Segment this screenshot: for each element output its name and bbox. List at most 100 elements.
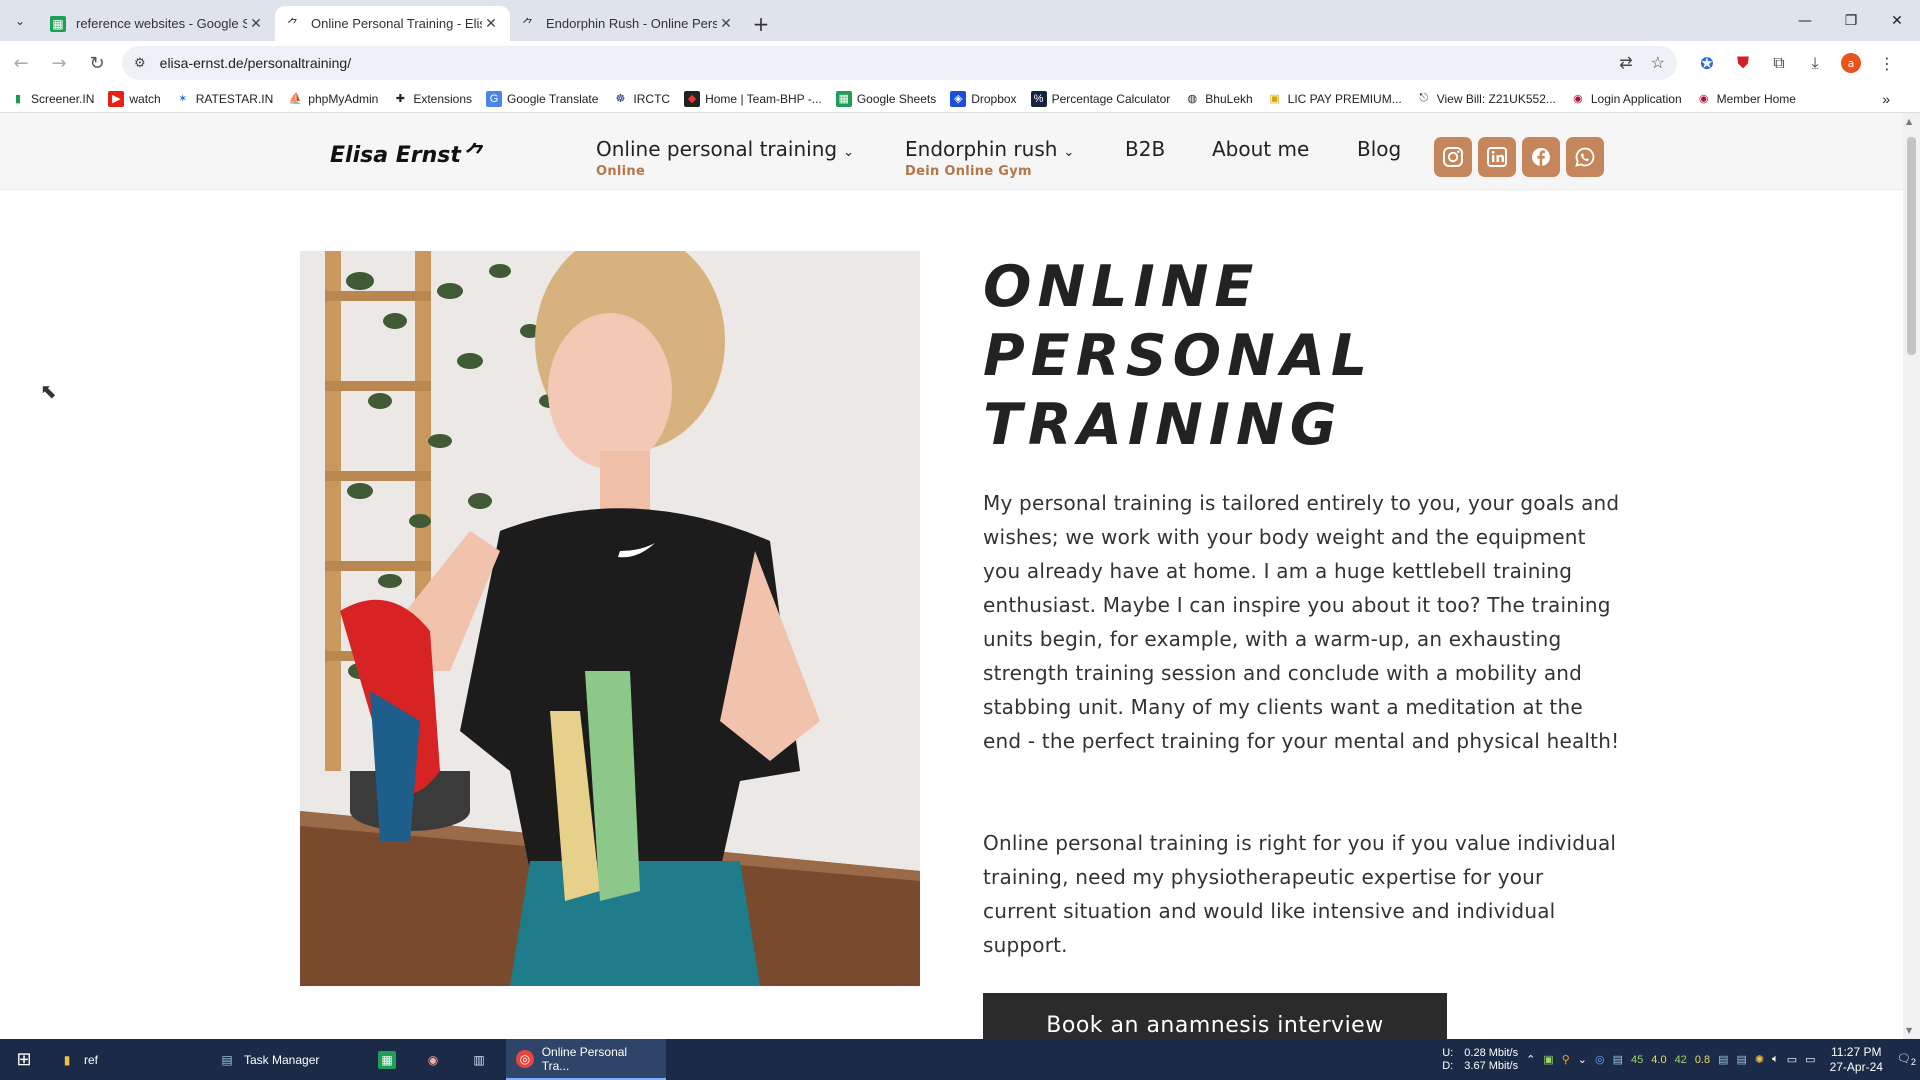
taskbar-app-ref[interactable]: ▮ ref <box>48 1039 208 1080</box>
tab-online-personal-training[interactable]: ⺈ Online Personal Training - Elisa ✕ <box>275 6 510 41</box>
back-button[interactable]: ← <box>4 46 38 80</box>
tray-app-icon[interactable]: ▤ <box>1718 1053 1728 1066</box>
facebook-button[interactable] <box>1522 137 1560 177</box>
bookmark-label: LIC PAY PREMIUM... <box>1287 91 1402 106</box>
scroll-up-icon[interactable]: ▲ <box>1906 117 1912 126</box>
bookmark-item[interactable]: ✚ Extensions <box>392 91 472 107</box>
whatsapp-button[interactable] <box>1566 137 1604 177</box>
close-icon[interactable]: ✕ <box>717 16 735 32</box>
bookmark-item[interactable]: ▮ Screener.IN <box>10 91 94 107</box>
start-button[interactable]: ⊞ <box>0 1039 48 1080</box>
instagram-button[interactable] <box>1434 137 1472 177</box>
upload-speed: 0.28 Mbit/s <box>1464 1046 1519 1059</box>
tray-value: 45 <box>1631 1053 1644 1066</box>
taskbar-app-sheets[interactable]: ▦ <box>368 1039 414 1080</box>
site-header: Elisa Ernst ⺈ Online personal training ⌄ O… <box>0 113 1903 190</box>
bookmark-item[interactable]: ◉ Login Application <box>1570 91 1682 107</box>
notification-icon[interactable]: 🗨︎2 <box>1897 1052 1916 1067</box>
chevron-right-icon[interactable]: » <box>1882 91 1890 107</box>
chevron-up-icon[interactable]: ⌃ <box>1526 1053 1535 1066</box>
bookmark-item[interactable]: ◈ Dropbox <box>950 90 1017 107</box>
translate-icon[interactable]: ⇄ <box>1619 53 1632 73</box>
page-scrollbar[interactable]: ▲ ▼ <box>1903 113 1920 1039</box>
network-icon[interactable]: ▭ <box>1805 1053 1815 1066</box>
new-tab-button[interactable]: + <box>745 6 777 41</box>
taskbar-app-label: ref <box>84 1052 99 1067</box>
book-interview-button[interactable]: Book an anamnesis interview <box>983 993 1447 1039</box>
tray-app-icon[interactable]: ▣ <box>1543 1053 1553 1066</box>
scroll-down-icon[interactable]: ▼ <box>1906 1026 1912 1035</box>
bookmark-item[interactable]: ☸ IRCTC <box>612 91 670 107</box>
battery-icon[interactable]: ▭ <box>1787 1053 1797 1066</box>
tray-app-icon[interactable]: ◎ <box>1595 1053 1605 1066</box>
bookmark-item[interactable]: G Google Translate <box>486 90 598 107</box>
nav-about-me[interactable]: About me <box>1212 137 1309 161</box>
nav-endorphin-rush[interactable]: Endorphin rush ⌄ Dein Online Gym <box>905 137 1074 179</box>
globe-icon: ◍ <box>1187 93 1198 105</box>
nav-blog[interactable]: Blog <box>1357 137 1401 161</box>
chart-icon: ▮ <box>14 93 22 105</box>
bookmark-item[interactable]: ✶ RATESTAR.IN <box>175 91 273 107</box>
tray-app-icon[interactable]: ✺ <box>1755 1053 1764 1066</box>
site-info-icon[interactable]: ⚙ <box>134 55 146 71</box>
windows-taskbar: ⊞ ▮ ref ▤ Task Manager ▦ ◉ ▥ ◎ Online Perso… <box>0 1039 1920 1080</box>
bird-logo-icon: ⺈ <box>464 143 487 168</box>
nav-online-personal-training[interactable]: Online personal training ⌄ Online <box>596 137 854 179</box>
close-window-icon[interactable]: ✕ <box>1874 0 1920 41</box>
site-logo[interactable]: Elisa Ernst ⺈ <box>330 137 487 169</box>
menu-dots-icon[interactable]: ⋮ <box>1869 54 1905 73</box>
volume-icon[interactable]: 🔈︎ <box>1772 1053 1779 1066</box>
download-icon[interactable]: ⤓ <box>1797 53 1833 73</box>
bookmark-item[interactable]: ◉ Member Home <box>1696 91 1796 107</box>
star-icon[interactable]: ☆ <box>1651 53 1665 73</box>
tray-app-icon[interactable]: ⌄ <box>1578 1053 1587 1066</box>
forward-button[interactable]: → <box>42 46 76 80</box>
tray-app-icon[interactable]: ▤ <box>1737 1053 1747 1066</box>
search-icon[interactable]: ⚲ <box>1562 1053 1570 1066</box>
taskbar-app-chrome[interactable]: ◎ Online Personal Tra... <box>506 1039 666 1080</box>
address-bar[interactable]: ⚙ elisa-ernst.de/personaltraining/ ⇄ ☆ <box>122 46 1677 80</box>
taskbar-app-notepad[interactable]: ▥ <box>460 1039 506 1080</box>
tray-value: 0.8 <box>1694 1053 1711 1066</box>
bookmark-item[interactable]: ▣ LIC PAY PREMIUM... <box>1267 91 1402 107</box>
tab-title: Online Personal Training - Elisa <box>311 16 482 31</box>
bookmark-item[interactable]: ⛵ phpMyAdmin <box>287 91 378 107</box>
star-icon: ✶ <box>178 93 188 105</box>
puzzle-icon[interactable]: ⧉ <box>1761 53 1797 73</box>
nav-b2b[interactable]: B2B <box>1125 137 1165 161</box>
tab-strip: ⌄ ▦ reference websites - Google Sh ✕ ⺈ O… <box>0 0 1920 41</box>
shield-icon[interactable]: ⛊ <box>1725 53 1761 73</box>
linkedin-button[interactable] <box>1478 137 1516 177</box>
scrollbar-thumb[interactable] <box>1907 137 1916 355</box>
taskbar-app-task-manager[interactable]: ▤ Task Manager <box>208 1039 368 1080</box>
browser-toolbar: ← → ↻ ⚙ elisa-ernst.de/personaltraining/… <box>0 41 1920 85</box>
bookmark-item[interactable]: % Percentage Calculator <box>1030 90 1170 107</box>
tab-endorphin-rush[interactable]: ⺈ Endorphin Rush - Online Perso ✕ <box>510 6 745 41</box>
system-clock[interactable]: 11:27 PM 27-Apr-24 <box>1830 1045 1883 1075</box>
bookmark-label: BhuLekh <box>1205 91 1253 106</box>
profile-avatar[interactable]: a <box>1841 53 1861 73</box>
minimize-icon[interactable]: — <box>1782 0 1828 41</box>
tab-reference-websites[interactable]: ▦ reference websites - Google Sh ✕ <box>40 6 275 41</box>
youtube-icon: ▶ <box>108 90 125 107</box>
reload-button[interactable]: ↻ <box>80 46 114 80</box>
bookmark-item[interactable]: ◆ Home | Team-BHP -... <box>684 90 822 107</box>
tray-value: 4.0 <box>1651 1053 1667 1066</box>
taskbar-app-media[interactable]: ◉ <box>414 1039 460 1080</box>
restore-icon[interactable]: ❐ <box>1828 0 1874 41</box>
bookmark-item[interactable]: ⎋ View Bill: Z21UK552... <box>1416 91 1556 107</box>
bookmark-label: watch <box>129 91 161 106</box>
bookmark-label: Screener.IN <box>31 91 95 106</box>
bookmark-item[interactable]: ◍ BhuLekh <box>1184 91 1252 107</box>
logo-text: Elisa Ernst <box>330 143 461 168</box>
bookmark-item[interactable]: ▶ watch <box>108 90 161 107</box>
close-icon[interactable]: ✕ <box>482 16 500 32</box>
bookmark-item[interactable]: ▦ Google Sheets <box>835 90 936 107</box>
tab-search-button[interactable]: ⌄ <box>0 0 40 41</box>
intro-paragraph: My personal training is tailored entirel… <box>983 491 1620 753</box>
extension-icon[interactable]: ✪ <box>1689 54 1725 73</box>
page-title: ONLINE PERSONAL TRAINING <box>983 253 1643 460</box>
nav-sub-label: Online <box>596 164 646 179</box>
tray-app-icon[interactable]: ▤ <box>1613 1053 1623 1066</box>
close-icon[interactable]: ✕ <box>247 16 265 32</box>
